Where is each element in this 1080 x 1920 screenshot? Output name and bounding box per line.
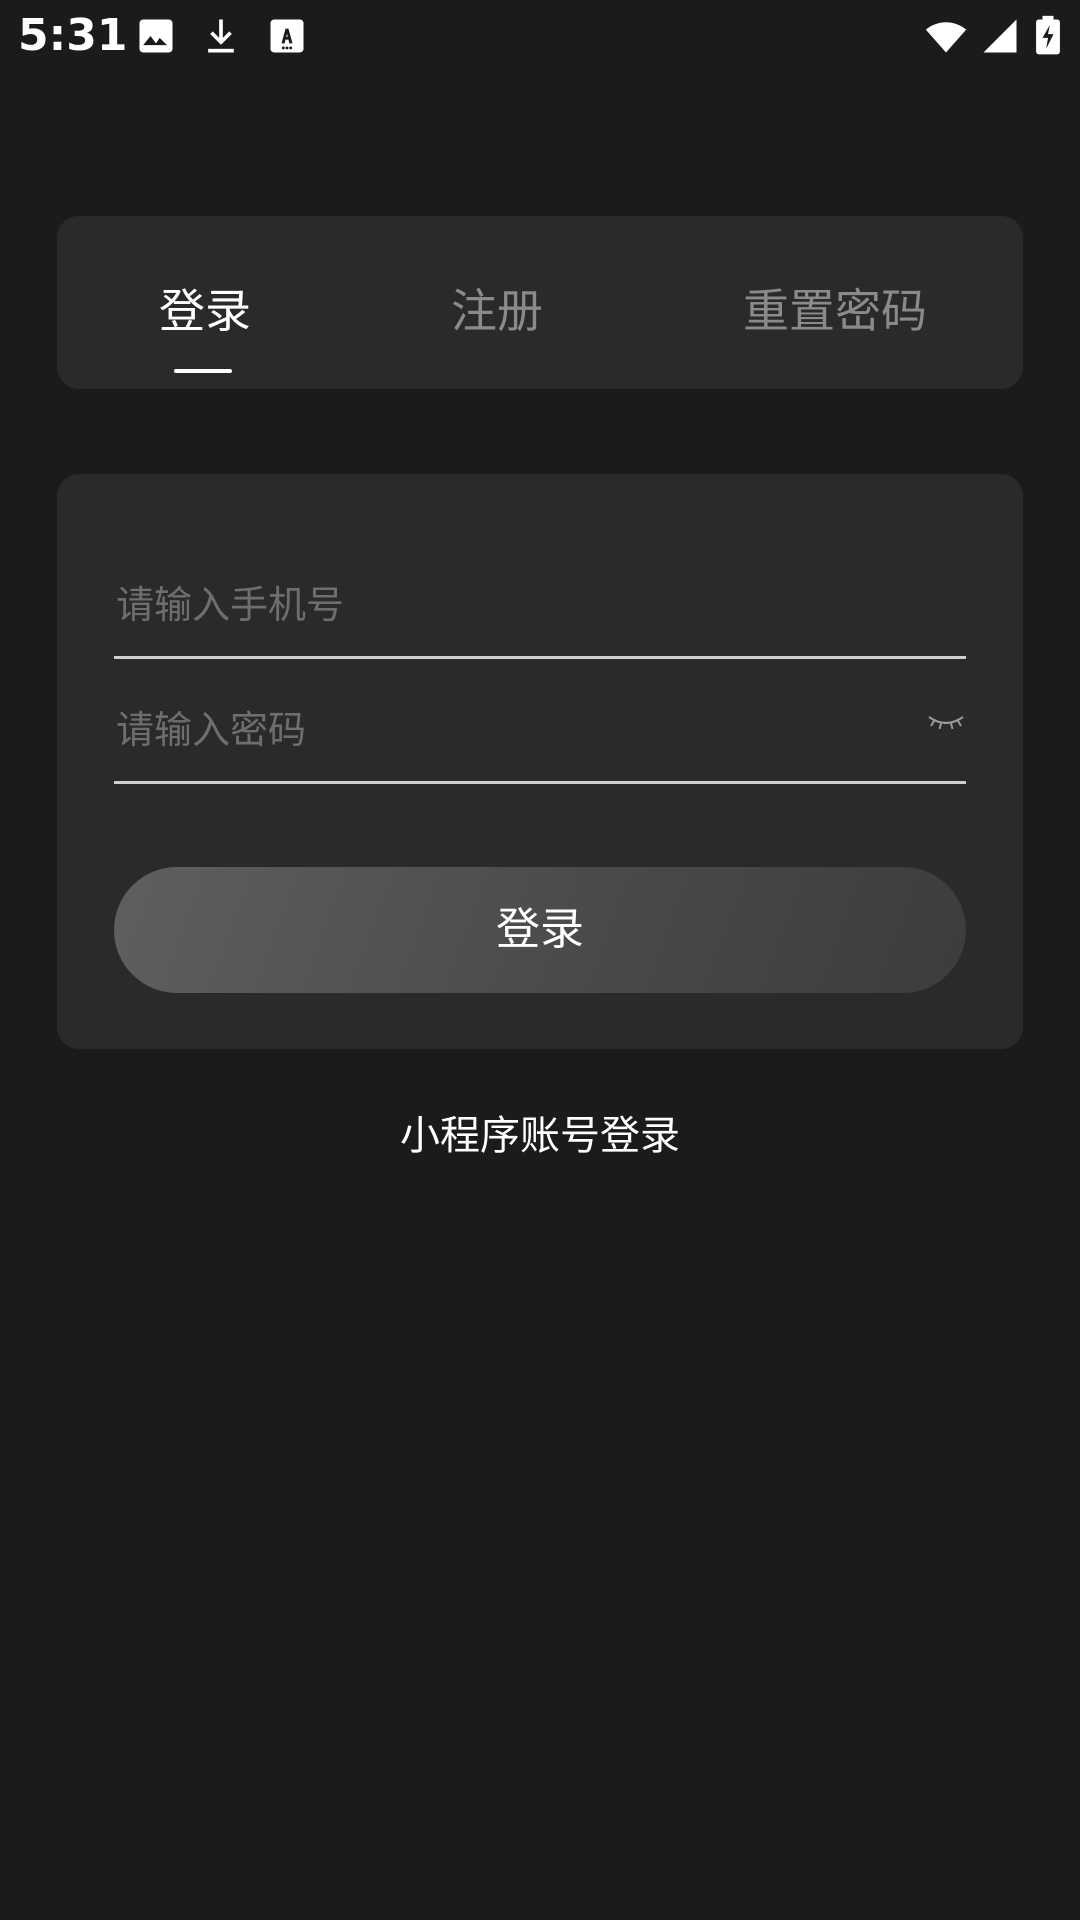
download-icon — [199, 14, 243, 58]
password-field — [114, 681, 966, 784]
login-button[interactable]: 登录 — [114, 867, 966, 993]
phone-input[interactable] — [114, 570, 876, 640]
mini-program-login-link[interactable]: 小程序账号登录 — [0, 1106, 1080, 1166]
eye-closed-icon[interactable] — [926, 709, 966, 739]
password-input[interactable] — [114, 695, 876, 765]
status-bar: 5:31 — [0, 0, 1080, 72]
tab-reset-password[interactable]: 重置密码 — [743, 274, 927, 354]
cell-signal-icon — [978, 14, 1022, 58]
active-tab-indicator — [174, 369, 232, 373]
wifi-icon — [924, 14, 968, 58]
battery-charging-icon — [1030, 14, 1066, 58]
auth-tabs: 登录 注册 重置密码 — [57, 216, 1023, 389]
login-form: 登录 — [57, 474, 1023, 1049]
status-time: 5:31 — [18, 10, 128, 61]
phone-field — [114, 556, 966, 659]
login-screen: 5:31 登录 注册 重置密码 请输入手机号 登录 小程序账号登录 — [0, 0, 1080, 1920]
font-download-icon — [265, 14, 309, 58]
image-icon — [134, 14, 178, 58]
tab-login[interactable]: 登录 — [159, 274, 251, 354]
tab-register[interactable]: 注册 — [451, 274, 543, 354]
